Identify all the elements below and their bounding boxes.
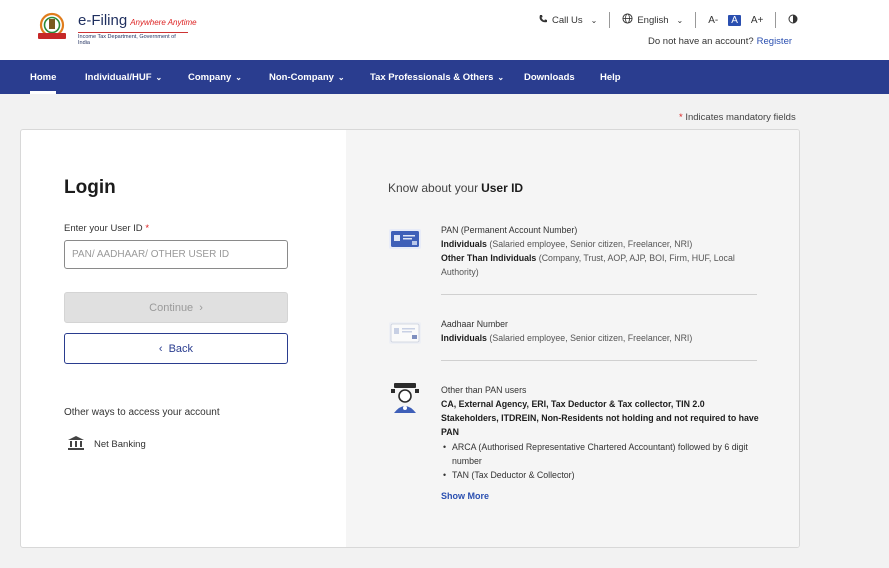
pan-other-label: Other Than Individuals [441,253,537,263]
userid-label-text: Enter your User ID [64,223,143,234]
chevron-down-icon: ⌄ [337,73,345,82]
chevron-down-icon: ⌄ [590,15,598,25]
call-us-label: Call Us [552,14,583,26]
professional-user-icon [388,383,422,413]
pan-title: PAN (Permanent Account Number) [441,225,578,235]
phone-icon [538,14,548,27]
know-heading-prefix: Know about your [388,181,479,195]
required-asterisk: * [679,112,683,123]
list-item: ARCA (Authorised Representative Chartere… [443,440,761,468]
other-users-list: ARCA (Authorised Representative Chartere… [441,440,761,482]
divider [695,12,697,28]
efiling-logo[interactable]: e-Filing Anywhere Anytime Income Tax Depa… [30,12,197,46]
pan-card-icon [388,223,422,253]
chevron-down-icon: ⌄ [676,15,684,25]
other-users-title: Other than PAN users [441,385,527,395]
login-title: Login [64,177,116,198]
aadhaar-card-icon [388,317,422,347]
nav-item-home[interactable]: Home [30,72,57,94]
brand-tagline: Anywhere Anytime [130,18,197,27]
continue-button[interactable]: Continue › [64,292,288,323]
language-label: English [637,14,669,26]
continue-label: Continue [149,301,194,314]
divider [441,360,757,361]
nav-item-individual-huf[interactable]: Individual/HUF ⌄ [85,72,162,83]
nav-item-non-company[interactable]: Non-Company ⌄ [269,72,345,83]
bank-icon [68,436,84,453]
account-prompt-text: Do not have an account? [648,36,754,47]
utility-bar: Call Us ⌄ English ⌄ A- A A+ [538,12,798,28]
nav-item-label: Help [600,72,621,83]
aadhaar-individuals-label: Individuals [441,333,487,343]
net-banking-label: Net Banking [94,439,146,450]
site-header: e-Filing Anywhere Anytime Income Tax Depa… [0,0,889,60]
divider [441,294,757,295]
chevron-left-icon: ‹ [158,342,163,355]
back-button[interactable]: ‹ Back [64,333,288,364]
list-item: TAN (Tax Deductor & Collector) [443,468,761,482]
aadhaar-info: Aadhaar Number Individuals (Salaried emp… [388,317,756,349]
know-heading: Know about your User ID [388,181,523,195]
language-dropdown[interactable]: English ⌄ [622,13,683,27]
nav-item-help[interactable]: Help [600,72,621,83]
divider [775,12,777,28]
mandatory-note-text: Indicates mandatory fields [685,112,796,123]
font-normal-button[interactable]: A [728,14,741,26]
nav-item-downloads[interactable]: Downloads [524,72,575,83]
call-us-dropdown[interactable]: Call Us ⌄ [538,14,597,27]
brand-subtitle: Income Tax Department, Government of Ind… [78,32,188,46]
back-label: Back [168,342,194,355]
nav-item-label: Downloads [524,72,575,83]
user-id-info-pane: Know about your User ID PAN (Permanent Ac… [346,130,799,547]
login-card: Login Enter your User ID * Continue › ‹ … [20,129,800,548]
brand-title: e-Filing [78,12,128,29]
pan-individuals-label: Individuals [441,239,487,249]
font-increase-button[interactable]: A+ [751,15,764,26]
aadhaar-individuals-desc: (Salaried employee, Senior citizen, Free… [489,333,693,343]
nav-item-tax-professionals[interactable]: Tax Professionals & Others ⌄ [370,72,504,83]
account-prompt: Do not have an account? Register [648,36,792,47]
contrast-toggle-icon[interactable] [788,14,798,27]
pan-individuals-desc: (Salaried employee, Senior citizen, Free… [489,239,693,249]
register-link[interactable]: Register [757,36,792,47]
nav-item-company[interactable]: Company ⌄ [188,72,242,83]
font-decrease-button[interactable]: A- [708,15,718,26]
aadhaar-title: Aadhaar Number [441,319,508,329]
chevron-down-icon: ⌄ [155,73,163,82]
main-nav: Home Individual/HUF ⌄ Company ⌄ Non-Compan… [0,60,889,94]
chevron-down-icon: ⌄ [235,73,242,82]
nav-item-label: Non-Company [269,72,334,83]
net-banking-option[interactable]: Net Banking [68,436,146,453]
userid-input[interactable] [64,240,288,269]
nav-item-label: Home [30,72,57,83]
mandatory-note: * Indicates mandatory fields [679,112,796,123]
know-heading-highlight: User ID [481,181,524,195]
show-more-link[interactable]: Show More [441,491,489,501]
divider [609,12,611,28]
nav-item-label: Company [188,72,232,83]
nav-item-label: Individual/HUF [85,72,152,83]
userid-label: Enter your User ID * [64,223,149,234]
other-users-desc: CA, External Agency, ERI, Tax Deductor &… [441,399,759,437]
other-ways-heading: Other ways to access your account [64,407,220,418]
pan-info: PAN (Permanent Account Number) Individua… [388,223,756,283]
nav-item-label: Tax Professionals & Others [370,72,494,83]
required-asterisk: * [145,223,150,234]
national-emblem-icon [30,12,74,46]
chevron-right-icon: › [199,301,203,314]
chevron-down-icon: ⌄ [497,73,505,82]
other-users-info: Other than PAN users CA, External Agency… [388,383,759,483]
globe-icon [622,13,633,27]
